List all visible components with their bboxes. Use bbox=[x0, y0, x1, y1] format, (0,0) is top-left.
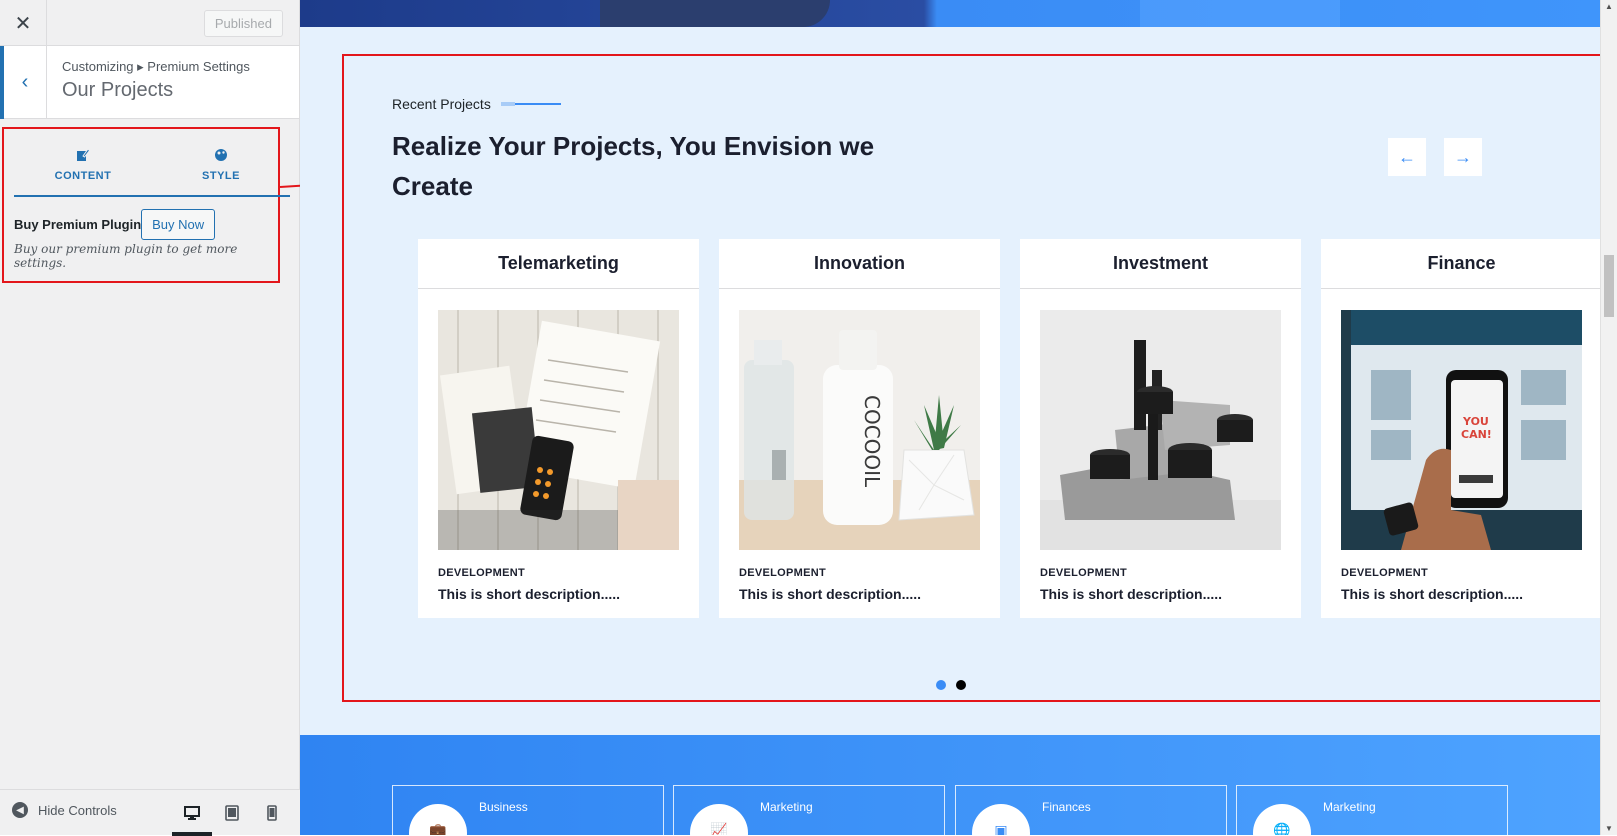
project-category: DEVELOPMENT bbox=[438, 567, 526, 579]
project-image bbox=[1040, 310, 1281, 550]
close-icon: ✕ bbox=[14, 11, 32, 35]
site-preview: Recent Projects Realize Your Projects, Y… bbox=[300, 0, 1600, 835]
settings-tabs: CONTENT STYLE bbox=[14, 135, 290, 197]
carousel-prev-button[interactable]: ← bbox=[1388, 138, 1426, 176]
our-projects-section[interactable]: Recent Projects Realize Your Projects, Y… bbox=[342, 54, 1600, 702]
tablet-icon bbox=[225, 805, 239, 821]
project-card-title: Investment bbox=[1020, 239, 1301, 289]
project-description: This is short description..... bbox=[1341, 586, 1524, 602]
section-header: ‹ Customizing ▸ Premium Settings Our Pro… bbox=[0, 46, 299, 119]
project-description: This is short description..... bbox=[438, 586, 621, 602]
hero-image-fragment bbox=[1140, 0, 1340, 27]
preview-scrollbar[interactable]: ▲ ▼ bbox=[1600, 0, 1617, 835]
palette-icon bbox=[214, 148, 228, 164]
arrow-left-circle-icon: ◀ bbox=[12, 802, 28, 818]
project-image: YOU CAN! bbox=[1341, 310, 1582, 550]
mobile-icon bbox=[267, 805, 277, 821]
tab-content-label: CONTENT bbox=[54, 170, 112, 182]
svg-text:CAN!: CAN! bbox=[1461, 428, 1492, 441]
tab-style-label: STYLE bbox=[202, 170, 240, 182]
section-eyebrow: Recent Projects bbox=[392, 96, 561, 112]
arrow-right-icon: → bbox=[1454, 146, 1472, 167]
customizer-sidebar: ✕ Published ‹ Customizing ▸ Premium Sett… bbox=[0, 0, 300, 836]
scroll-up-icon[interactable]: ▲ bbox=[1605, 2, 1613, 11]
section-title: Our Projects bbox=[62, 79, 174, 101]
hero-banner-bottom bbox=[300, 0, 1600, 27]
project-category: DEVELOPMENT bbox=[1341, 567, 1429, 579]
feature-card[interactable]: 💼 Business bbox=[392, 785, 664, 835]
hero-image-fragment bbox=[600, 0, 830, 27]
finance-icon: ▣ bbox=[972, 804, 1030, 835]
project-card[interactable]: Finance YOU CAN! DEVELOPMENT This is sho… bbox=[1321, 239, 1600, 618]
device-preview-switcher bbox=[172, 790, 292, 836]
close-customizer-button[interactable]: ✕ bbox=[0, 0, 47, 46]
feature-label: Business bbox=[479, 800, 528, 814]
project-card-title: Innovation bbox=[719, 239, 1000, 289]
premium-settings-panel: CONTENT STYLE Buy Premium Plugin Buy Now… bbox=[2, 127, 290, 283]
eyebrow-label: Recent Projects bbox=[392, 96, 491, 112]
eyebrow-underline bbox=[500, 102, 561, 106]
edit-icon bbox=[76, 148, 91, 164]
hide-controls-label: Hide Controls bbox=[38, 802, 117, 818]
carousel-dot[interactable] bbox=[936, 680, 946, 690]
buy-now-button[interactable]: Buy Now bbox=[141, 209, 216, 240]
device-tablet-button[interactable] bbox=[212, 790, 252, 836]
project-card[interactable]: Innovation COCOOIL DEVELOPMENT This is s… bbox=[719, 239, 1000, 618]
buy-premium-label: Buy Premium Plugin bbox=[14, 217, 142, 232]
back-button[interactable]: ‹ bbox=[0, 46, 47, 119]
customizer-topbar: ✕ Published bbox=[0, 0, 299, 46]
tab-style[interactable]: STYLE bbox=[152, 135, 290, 195]
customizer-footer: ◀ Hide Controls bbox=[0, 789, 300, 836]
feature-card[interactable]: 🌐 Marketing bbox=[1236, 785, 1508, 835]
project-card[interactable]: Investment DEVELOPMENT This is short des… bbox=[1020, 239, 1301, 618]
hide-controls-button[interactable]: ◀ Hide Controls bbox=[12, 802, 117, 818]
arrow-left-icon: ← bbox=[1398, 146, 1416, 167]
chevron-left-icon: ‹ bbox=[21, 71, 29, 93]
svg-text:COCOOIL: COCOOIL bbox=[860, 395, 884, 488]
feature-label: Marketing bbox=[760, 800, 813, 814]
feature-card[interactable]: 📈 Marketing bbox=[673, 785, 945, 835]
publish-button[interactable]: Published bbox=[203, 10, 283, 37]
scroll-down-icon[interactable]: ▼ bbox=[1605, 824, 1613, 833]
briefcase-icon: 💼 bbox=[409, 804, 467, 835]
project-card-title: Telemarketing bbox=[418, 239, 699, 289]
svg-text:YOU: YOU bbox=[1462, 415, 1489, 428]
scrollbar-thumb[interactable] bbox=[1604, 255, 1614, 317]
breadcrumb: Customizing ▸ Premium Settings bbox=[62, 59, 250, 74]
chart-icon: 📈 bbox=[690, 804, 748, 835]
desktop-icon bbox=[184, 806, 200, 820]
project-card[interactable]: Telemarketing DEVELOPMENT This is short … bbox=[418, 239, 699, 618]
feature-label: Marketing bbox=[1323, 800, 1376, 814]
project-carousel: Telemarketing DEVELOPMENT This is short … bbox=[418, 239, 1600, 618]
project-category: DEVELOPMENT bbox=[1040, 567, 1128, 579]
tab-content[interactable]: CONTENT bbox=[14, 135, 152, 195]
project-image: COCOOIL bbox=[739, 310, 980, 550]
carousel-next-button[interactable]: → bbox=[1444, 138, 1482, 176]
feature-card[interactable]: ▣ Finances bbox=[955, 785, 1227, 835]
project-category: DEVELOPMENT bbox=[739, 567, 827, 579]
globe-icon: 🌐 bbox=[1253, 804, 1311, 835]
project-description: This is short description..... bbox=[739, 586, 922, 602]
device-mobile-button[interactable] bbox=[252, 790, 292, 836]
buy-premium-row: Buy Premium Plugin Buy Now bbox=[14, 209, 216, 240]
device-desktop-button[interactable] bbox=[172, 790, 212, 836]
section-heading: Realize Your Projects, You Envision we C… bbox=[392, 131, 875, 201]
buy-premium-description: Buy our premium plugin to get more setti… bbox=[14, 242, 238, 270]
carousel-dot[interactable] bbox=[956, 680, 966, 690]
project-image bbox=[438, 310, 679, 550]
features-band: 💼 Business 📈 Marketing ▣ Finances 🌐 Mark… bbox=[300, 735, 1600, 835]
carousel-pagination bbox=[936, 680, 966, 690]
project-card-title: Finance bbox=[1321, 239, 1600, 289]
project-description: This is short description..... bbox=[1040, 586, 1223, 602]
feature-label: Finances bbox=[1042, 800, 1091, 814]
